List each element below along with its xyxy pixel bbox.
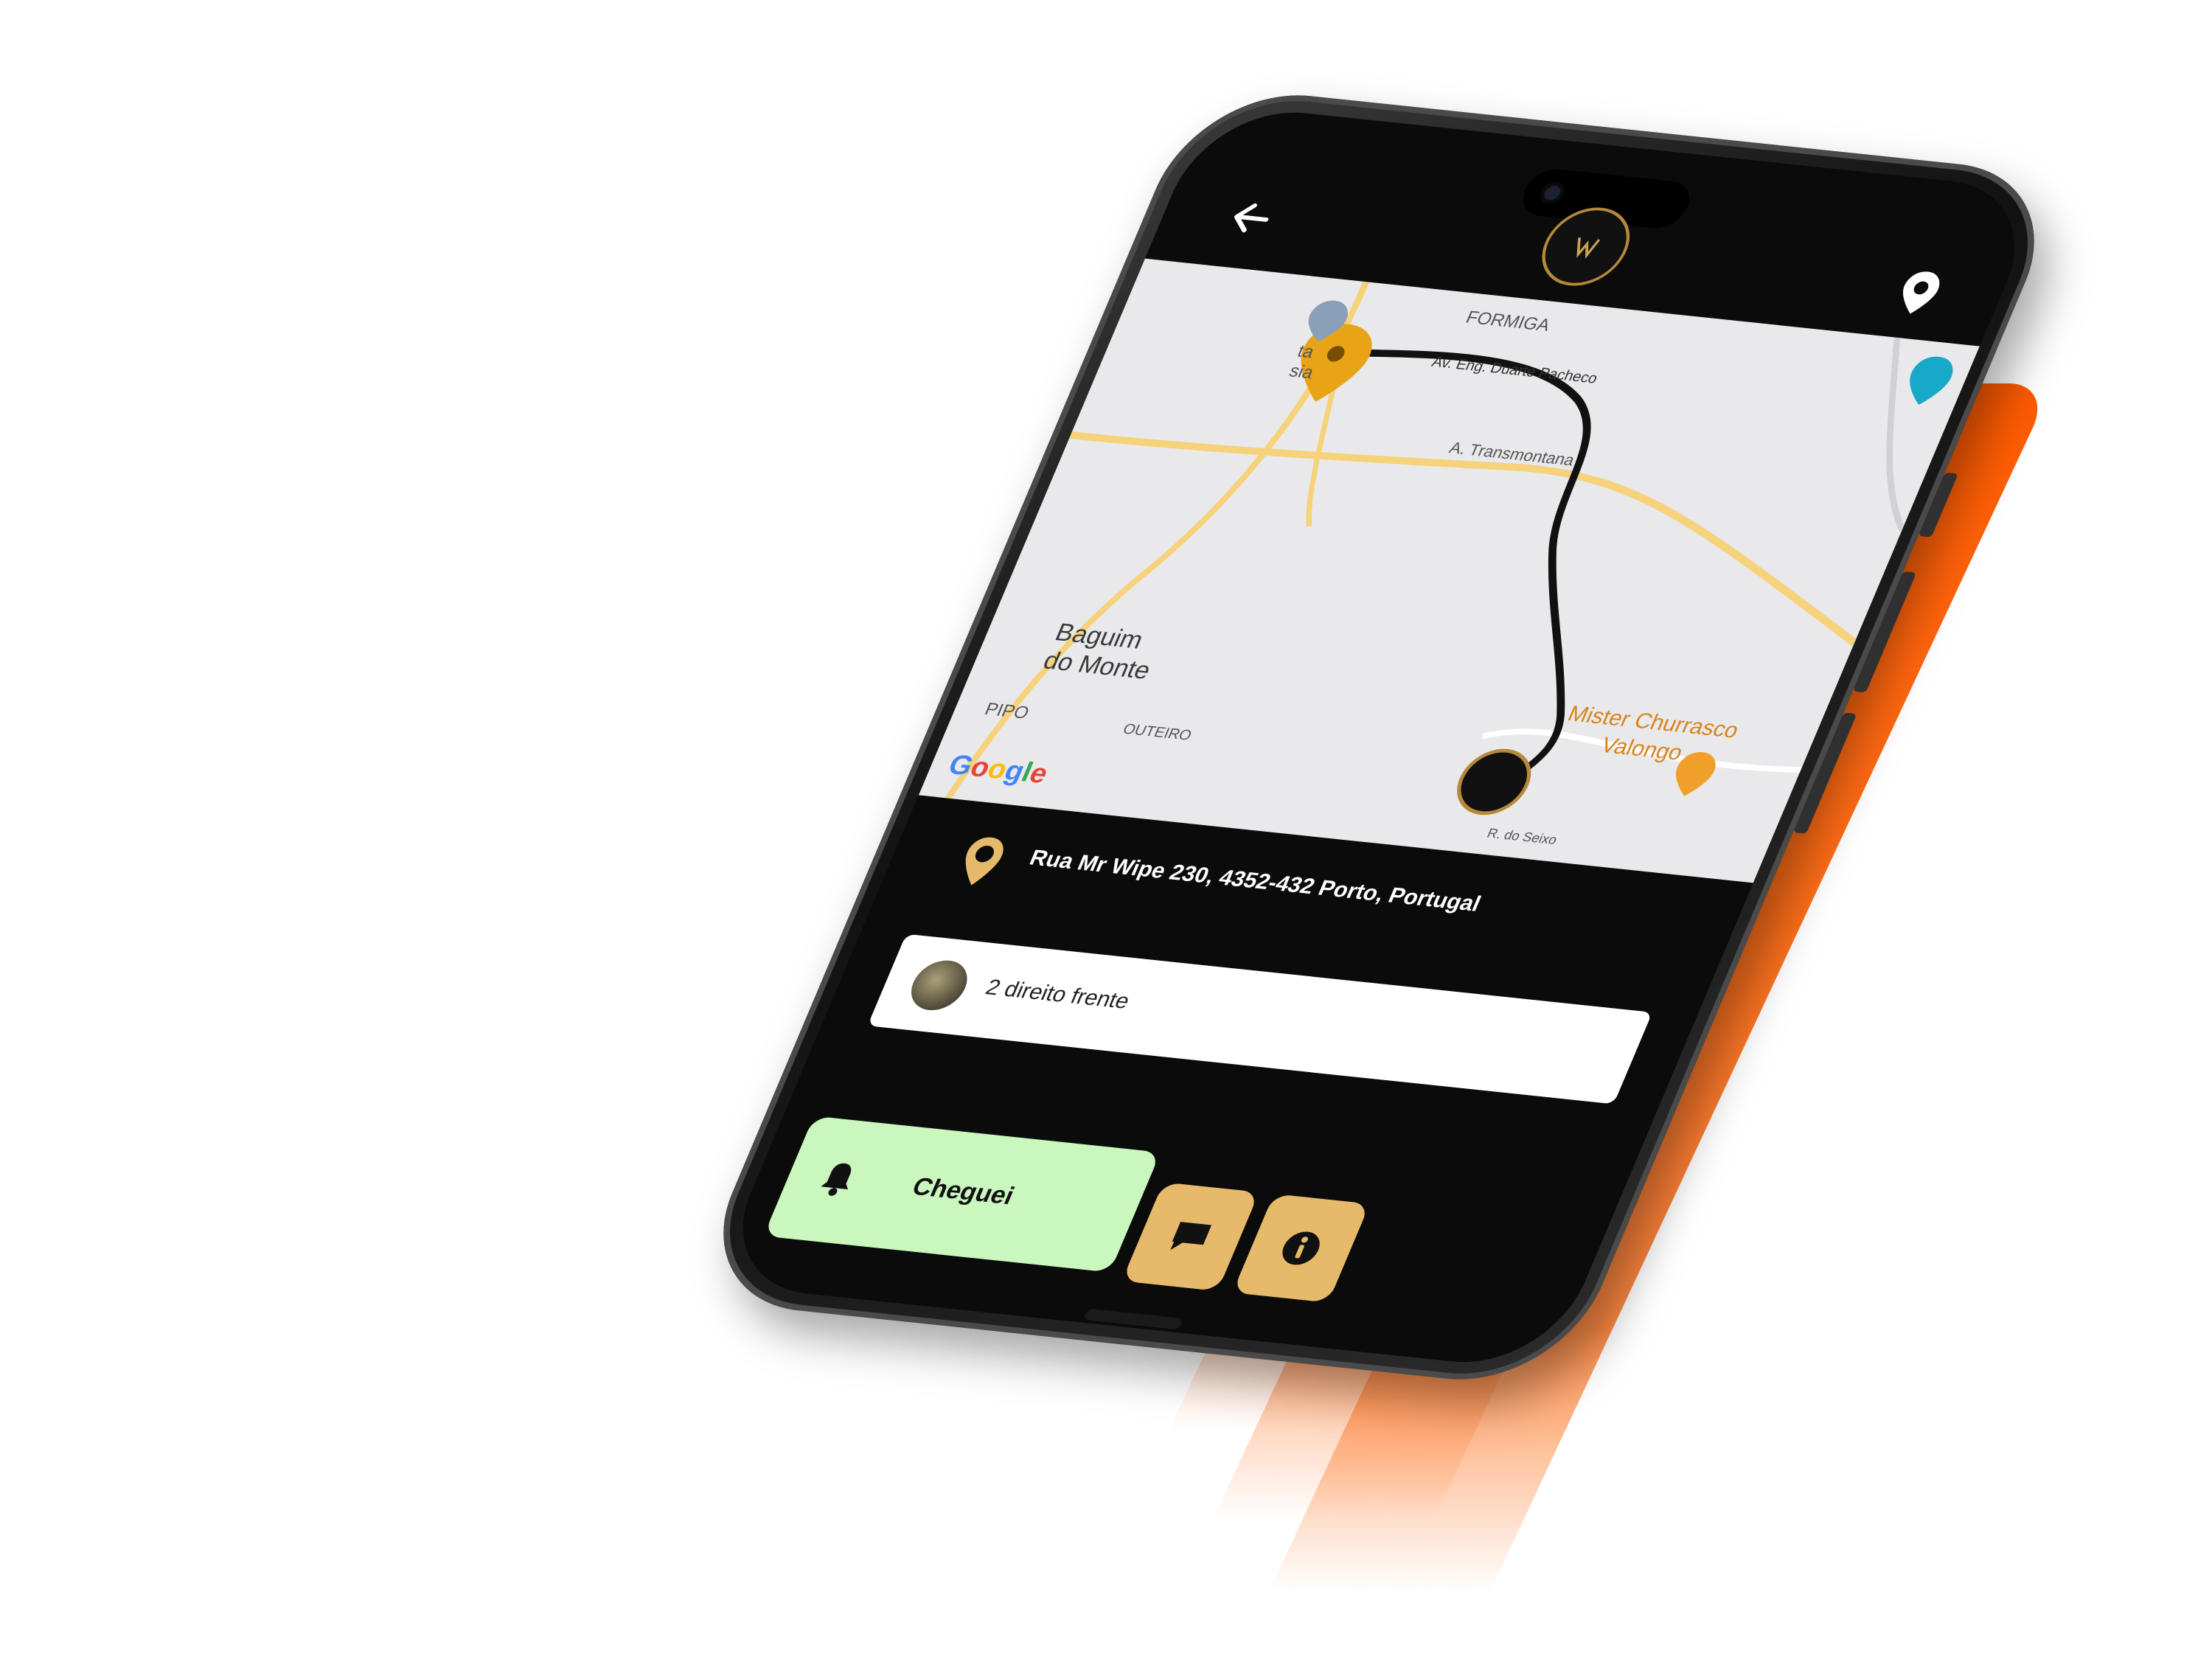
chat-button[interactable] — [1121, 1182, 1259, 1292]
arrived-button-label: Cheguei — [908, 1172, 1019, 1210]
back-arrow-icon[interactable] — [1220, 195, 1282, 242]
logo-emblem-icon — [1576, 237, 1601, 260]
avatar — [902, 958, 975, 1013]
info-button[interactable] — [1232, 1194, 1370, 1303]
note-text: 2 direito frente — [981, 975, 1134, 1014]
info-icon — [1282, 1231, 1320, 1265]
stage: FORMIGA Av. Eng. Duarte Pacheco A. Trans… — [0, 0, 2212, 1659]
map-label-pipo: PIPO — [981, 699, 1032, 723]
address-pin-icon — [965, 837, 1004, 886]
brand-logo — [1528, 204, 1644, 290]
location-pin-icon[interactable] — [1889, 268, 1950, 317]
arrived-button[interactable]: Cheguei — [763, 1116, 1161, 1273]
chat-bubble-icon — [1170, 1222, 1212, 1251]
